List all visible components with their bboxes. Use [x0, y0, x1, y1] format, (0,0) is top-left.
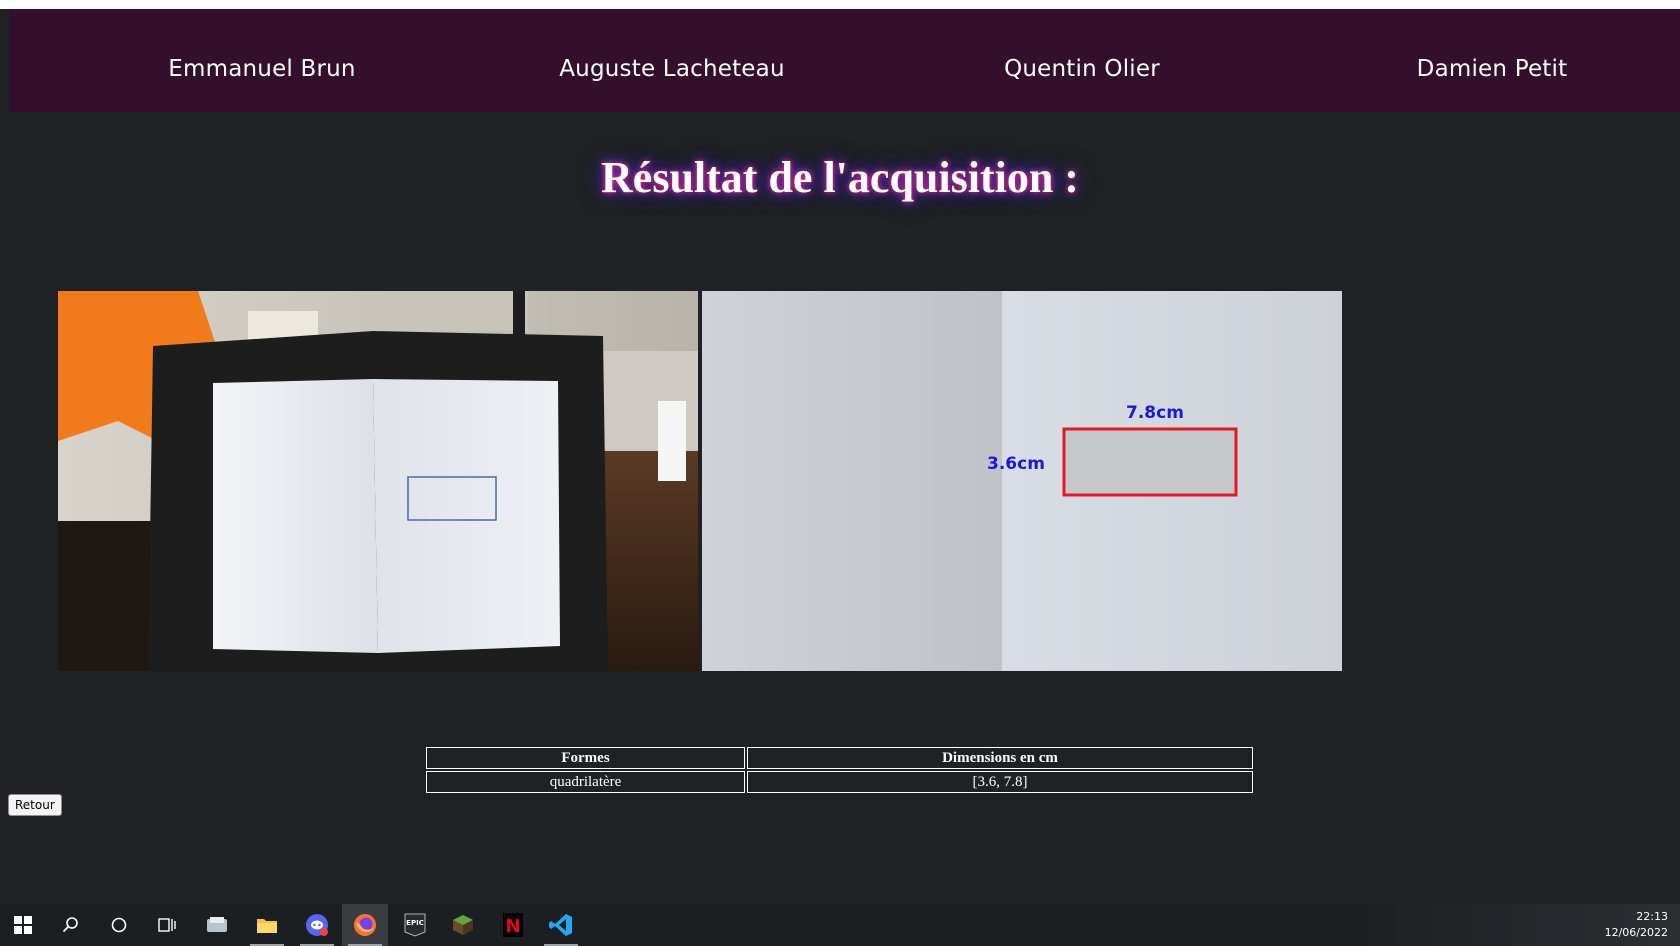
app-icon[interactable]	[194, 904, 240, 946]
clock-date: 12/06/2022	[1604, 926, 1668, 939]
measured-photo: 7.8cm 3.6cm	[702, 291, 1342, 671]
svg-text:EPIC: EPIC	[406, 919, 424, 927]
acquisition-photo	[58, 291, 698, 671]
epic-games-icon[interactable]: EPIC	[392, 904, 438, 946]
cell-dimensions: [3.6, 7.8]	[747, 771, 1253, 793]
vscode-icon[interactable]	[538, 904, 584, 946]
header-dimensions: Dimensions en cm	[747, 747, 1253, 769]
file-explorer-icon[interactable]	[244, 904, 290, 946]
header-formes: Formes	[426, 747, 745, 769]
firefox-icon[interactable]	[342, 904, 388, 946]
nav-item-emmanuel-brun[interactable]: Emmanuel Brun	[112, 45, 412, 93]
taskbar: EPIC N 22:13 12/06/2022	[0, 904, 1680, 946]
netflix-icon[interactable]: N	[490, 904, 536, 946]
system-clock[interactable]: 22:13 12/06/2022	[1605, 909, 1668, 941]
task-view-icon[interactable]	[144, 904, 190, 946]
nav-item-damien-petit[interactable]: Damien Petit	[1342, 45, 1642, 93]
screen: Emmanuel Brun Auguste Lacheteau Quentin …	[0, 0, 1680, 946]
navbar: Emmanuel Brun Auguste Lacheteau Quentin …	[9, 9, 1680, 112]
annotation-height-label: 3.6cm	[987, 454, 1045, 474]
search-icon[interactable]	[48, 904, 94, 946]
svg-text:N: N	[505, 916, 520, 937]
page-title: Résultat de l'acquisition :	[601, 153, 1079, 202]
acquisition-photo-graphic	[58, 291, 698, 671]
discord-icon[interactable]	[294, 904, 340, 946]
cortana-icon[interactable]	[96, 904, 142, 946]
annotation-width-label: 7.8cm	[1126, 403, 1184, 423]
cell-forme: quadrilatère	[426, 771, 745, 793]
table-row: quadrilatère [3.6, 7.8]	[426, 771, 1253, 793]
minecraft-icon[interactable]	[440, 904, 486, 946]
nav-item-quentin-olier[interactable]: Quentin Olier	[932, 45, 1232, 93]
results-table: Formes Dimensions en cm quadrilatère [3.…	[424, 745, 1255, 795]
browser-bookmark-strip	[0, 0, 1680, 9]
table-header-row: Formes Dimensions en cm	[426, 747, 1253, 769]
retour-button[interactable]: Retour	[8, 794, 62, 816]
windows-start-icon[interactable]	[0, 904, 46, 946]
nav-item-auguste-lacheteau[interactable]: Auguste Lacheteau	[522, 45, 822, 93]
measured-photo-graphic: 7.8cm 3.6cm	[702, 291, 1342, 671]
clock-time: 22:13	[1636, 910, 1668, 923]
